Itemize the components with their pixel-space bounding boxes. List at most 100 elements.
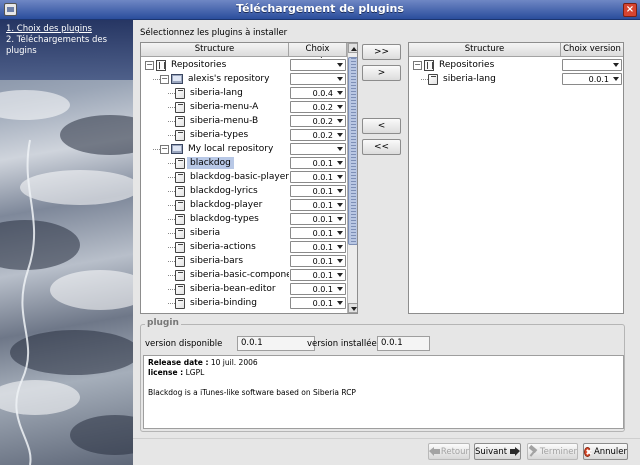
structure-cell[interactable]: siberia-binding [141, 296, 289, 310]
column-header-structure[interactable]: Structure [141, 43, 289, 57]
available-version-field[interactable]: 0.0.1 [237, 336, 315, 351]
scrollbar-thumb[interactable] [348, 57, 357, 245]
selected-plugins-table[interactable]: Structure Choix version − Repositories sib… [408, 42, 624, 314]
table-header: Structure Choix version [409, 43, 623, 57]
version-select[interactable] [290, 143, 346, 155]
remove-button[interactable]: < [362, 118, 401, 134]
version-select[interactable]: 0.0.1 [290, 283, 346, 295]
structure-cell[interactable]: blackdog-basic-player [141, 170, 289, 184]
dropdown-arrow-icon [337, 245, 343, 249]
version-select[interactable]: 0.0.2 [290, 129, 346, 141]
row-label: blackdog-lyrics [190, 186, 258, 196]
version-select[interactable]: 0.0.1 [290, 171, 346, 183]
version-value: 0.0.2 [312, 116, 333, 126]
version-select[interactable]: 0.0.1 [562, 73, 622, 85]
structure-cell[interactable]: siberia-lang [141, 86, 289, 100]
add-button[interactable]: > [362, 65, 401, 81]
version-value: 0.0.2 [312, 130, 333, 140]
plugin-cube-icon [175, 199, 185, 211]
next-button[interactable]: Suivant [474, 443, 521, 460]
structure-cell[interactable]: siberia-basic-componen [141, 268, 289, 282]
plugin-cube-icon [175, 87, 185, 99]
scroll-down-button[interactable] [348, 303, 357, 313]
version-select[interactable]: 0.0.1 [290, 227, 346, 239]
version-select[interactable]: 0.0.1 [290, 199, 346, 211]
version-select[interactable]: 0.0.2 [290, 101, 346, 113]
column-header-structure[interactable]: Structure [409, 43, 561, 57]
structure-cell[interactable]: siberia [141, 226, 289, 240]
version-value: 0.0.1 [312, 186, 333, 196]
version-cell: 0.0.1 [290, 171, 346, 183]
version-select[interactable] [290, 73, 346, 85]
version-value: 0.0.1 [312, 172, 333, 182]
instruction-text: Sélectionnez les plugins à installer [140, 28, 288, 38]
window-titlebar[interactable]: Téléchargement de plugins × [0, 0, 640, 20]
add-all-button[interactable]: >> [362, 44, 401, 60]
plugin-cube-icon [428, 73, 438, 85]
dropdown-arrow-icon [337, 217, 343, 221]
close-window-button[interactable]: × [623, 3, 637, 17]
installed-version-label: version installée [307, 339, 377, 349]
structure-cell[interactable]: siberia-types [141, 128, 289, 142]
structure-cell[interactable]: blackdog-player [141, 198, 289, 212]
structure-cell[interactable]: − alexis's repository [141, 72, 289, 86]
structure-cell[interactable]: siberia-bars [141, 254, 289, 268]
structure-cell[interactable]: siberia-menu-B [141, 114, 289, 128]
version-select[interactable]: 0.0.1 [290, 213, 346, 225]
structure-cell[interactable]: siberia-actions [141, 240, 289, 254]
release-date-label: Release date : [148, 358, 209, 367]
row-label: siberia-actions [190, 242, 256, 252]
version-cell: 0.0.4 [290, 87, 346, 99]
back-button[interactable]: Retour [428, 443, 470, 460]
dropdown-arrow-icon [337, 119, 343, 123]
structure-cell[interactable]: blackdog-types [141, 212, 289, 226]
version-select[interactable]: 0.0.1 [290, 269, 346, 281]
version-cell: 0.0.2 [290, 115, 346, 127]
version-select[interactable]: 0.0.1 [290, 157, 346, 169]
version-select[interactable]: 0.0.1 [290, 241, 346, 253]
plugin-description-area[interactable]: Release date : 10 juil. 2006 license : L… [143, 355, 624, 429]
collapse-toggle-icon[interactable]: − [160, 74, 169, 84]
plugin-cube-icon [175, 101, 185, 113]
finish-button[interactable]: Terminer [527, 443, 578, 460]
structure-cell[interactable]: blackdog [141, 156, 289, 170]
structure-cell[interactable]: − Repositories [409, 58, 561, 72]
collapse-toggle-icon[interactable]: − [160, 144, 169, 154]
version-select[interactable] [290, 59, 346, 71]
remove-all-button[interactable]: << [362, 139, 401, 155]
collapse-toggle-icon[interactable]: − [145, 60, 154, 70]
available-plugins-table[interactable]: Structure Choix version −Repositories−al… [140, 42, 358, 314]
column-header-version[interactable]: Choix version [289, 43, 347, 67]
cancel-button[interactable]: Annuler [583, 443, 628, 460]
structure-cell[interactable]: siberia-menu-A [141, 100, 289, 114]
close-icon: × [625, 4, 635, 15]
plugin-cube-icon [175, 227, 185, 239]
structure-cell[interactable]: siberia-bean-editor [141, 282, 289, 296]
version-select[interactable]: 0.0.1 [290, 185, 346, 197]
dropdown-arrow-icon [337, 91, 343, 95]
structure-cell[interactable]: − Repositories [141, 58, 289, 72]
dropdown-arrow-icon [337, 133, 343, 137]
vertical-scrollbar[interactable] [347, 43, 357, 313]
version-select[interactable] [562, 59, 622, 71]
structure-cell[interactable]: siberia-lang [409, 72, 561, 86]
version-cell: 0.0.1 [290, 227, 346, 239]
release-date-value: 10 juil. 2006 [210, 358, 258, 367]
version-select[interactable]: 0.0.1 [290, 255, 346, 267]
version-cell: 0.0.1 [290, 283, 346, 295]
version-value: 0.0.1 [312, 214, 333, 224]
scroll-up-button[interactable] [348, 43, 357, 53]
plugin-cube-icon [175, 185, 185, 197]
plugin-cube-icon [175, 171, 185, 183]
version-select[interactable]: 0.0.4 [290, 87, 346, 99]
wizard-steps: 1. Choix des plugins 2. Téléchargements … [6, 24, 133, 57]
collapse-toggle-icon[interactable]: − [413, 60, 422, 70]
column-header-version[interactable]: Choix version [561, 43, 623, 57]
version-select[interactable]: 0.0.1 [290, 297, 346, 309]
structure-cell[interactable]: blackdog-lyrics [141, 184, 289, 198]
structure-cell[interactable]: − My local repository [141, 142, 289, 156]
dropdown-arrow-icon [613, 77, 619, 81]
dropdown-arrow-icon [337, 301, 343, 305]
version-select[interactable]: 0.0.2 [290, 115, 346, 127]
installed-version-field[interactable]: 0.0.1 [377, 336, 430, 351]
